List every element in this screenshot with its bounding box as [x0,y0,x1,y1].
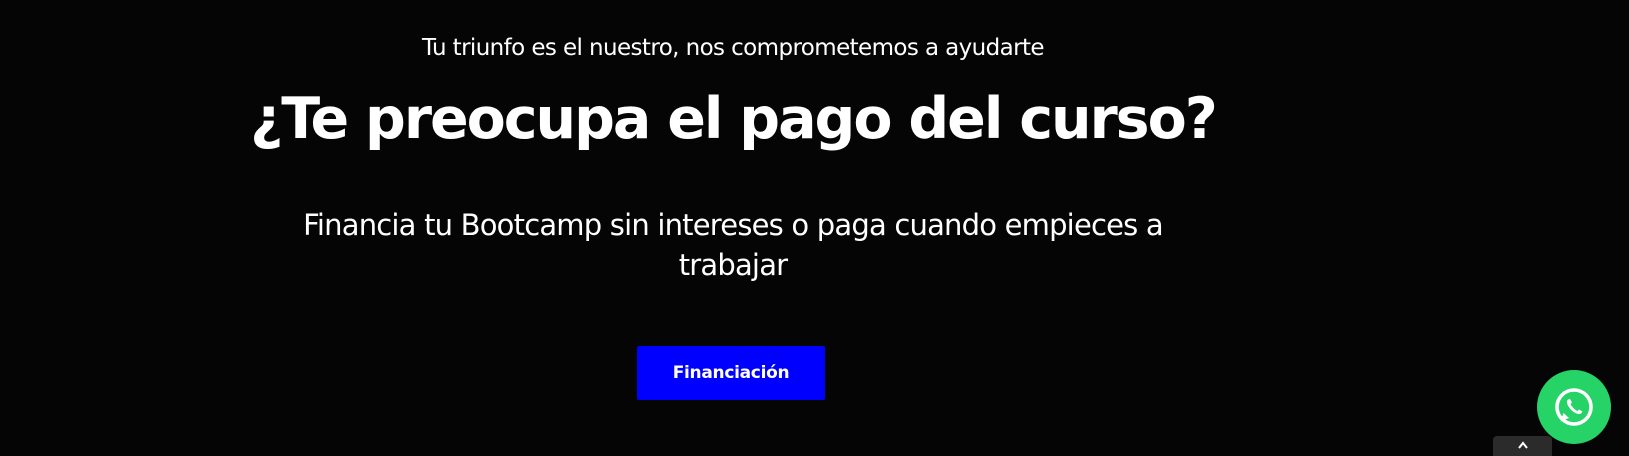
subheadline: Financia tu Bootcamp sin intereses o pag… [303,208,1164,282]
financing-section: Tu triunfo es el nuestro, nos compromete… [0,0,1629,456]
scroll-to-top-button[interactable] [1493,436,1552,456]
chevron-up-icon [1517,441,1528,449]
eyebrow-text: Tu triunfo es el nuestro, nos compromete… [422,35,1045,61]
whatsapp-icon [1555,388,1593,426]
headline: ¿Te preocupa el pago del curso? [250,86,1218,152]
financing-button[interactable]: Financiación [637,346,825,400]
whatsapp-button[interactable] [1537,370,1611,444]
